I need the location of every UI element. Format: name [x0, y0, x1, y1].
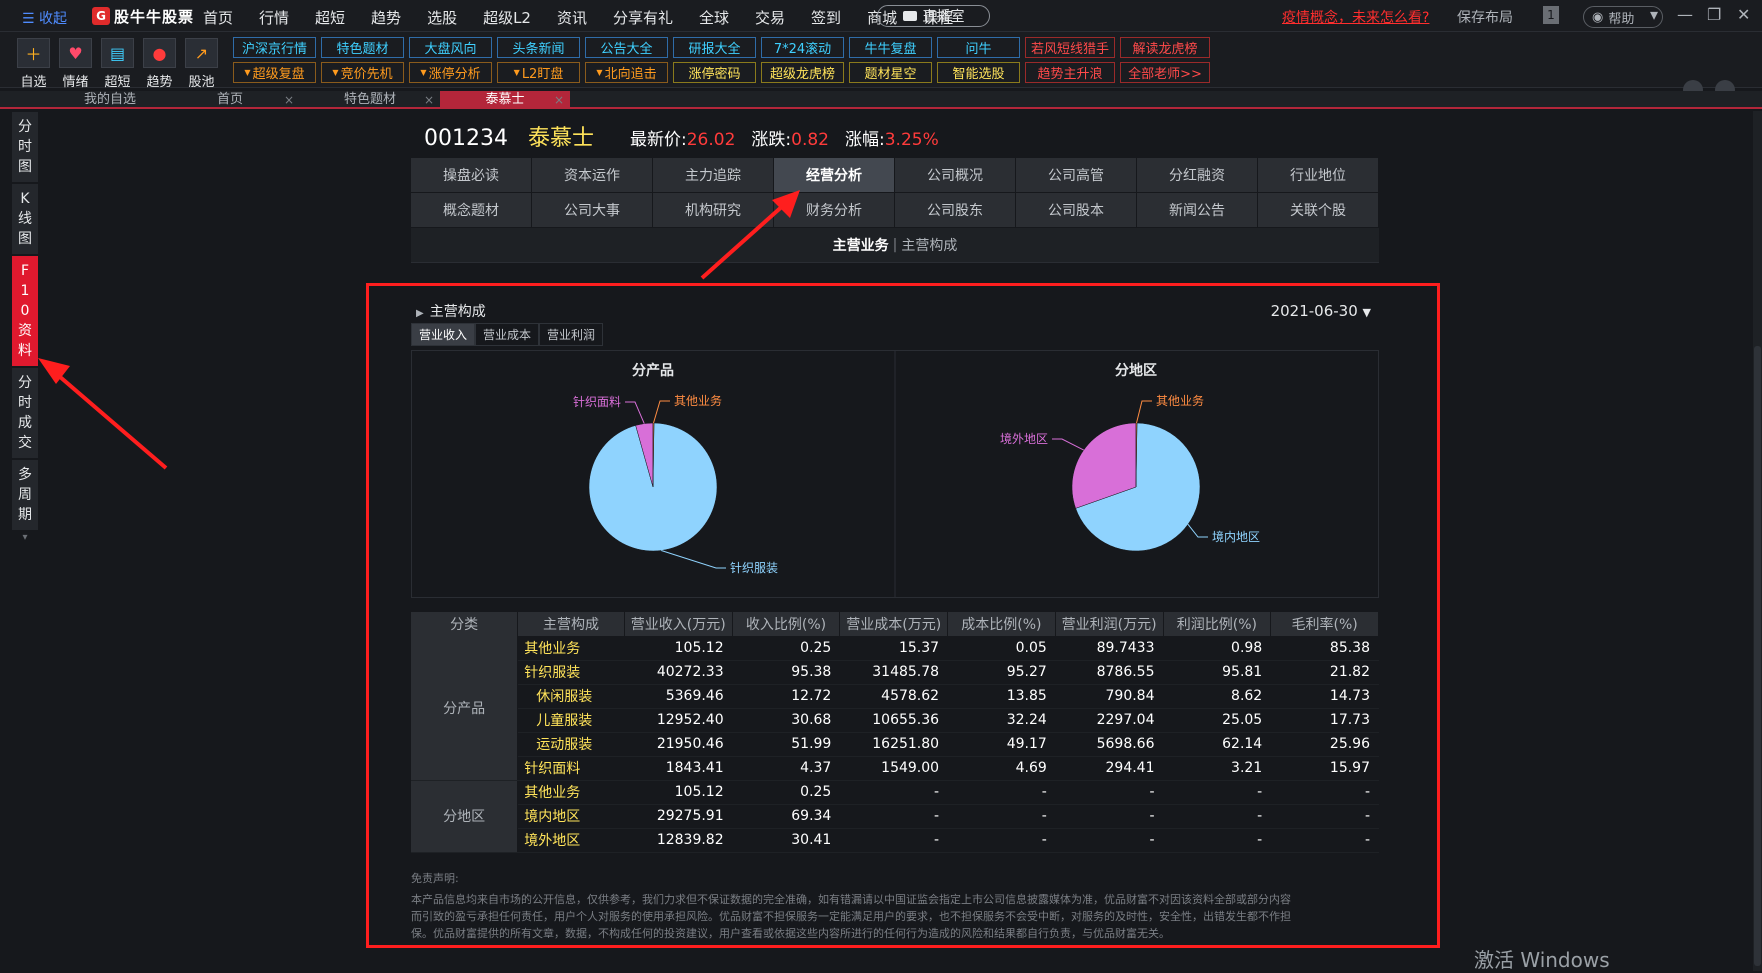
- annotation-arrows: [38, 190, 800, 470]
- arrow-to-sidebar: [38, 358, 168, 470]
- arrow-to-menu: [700, 190, 800, 280]
